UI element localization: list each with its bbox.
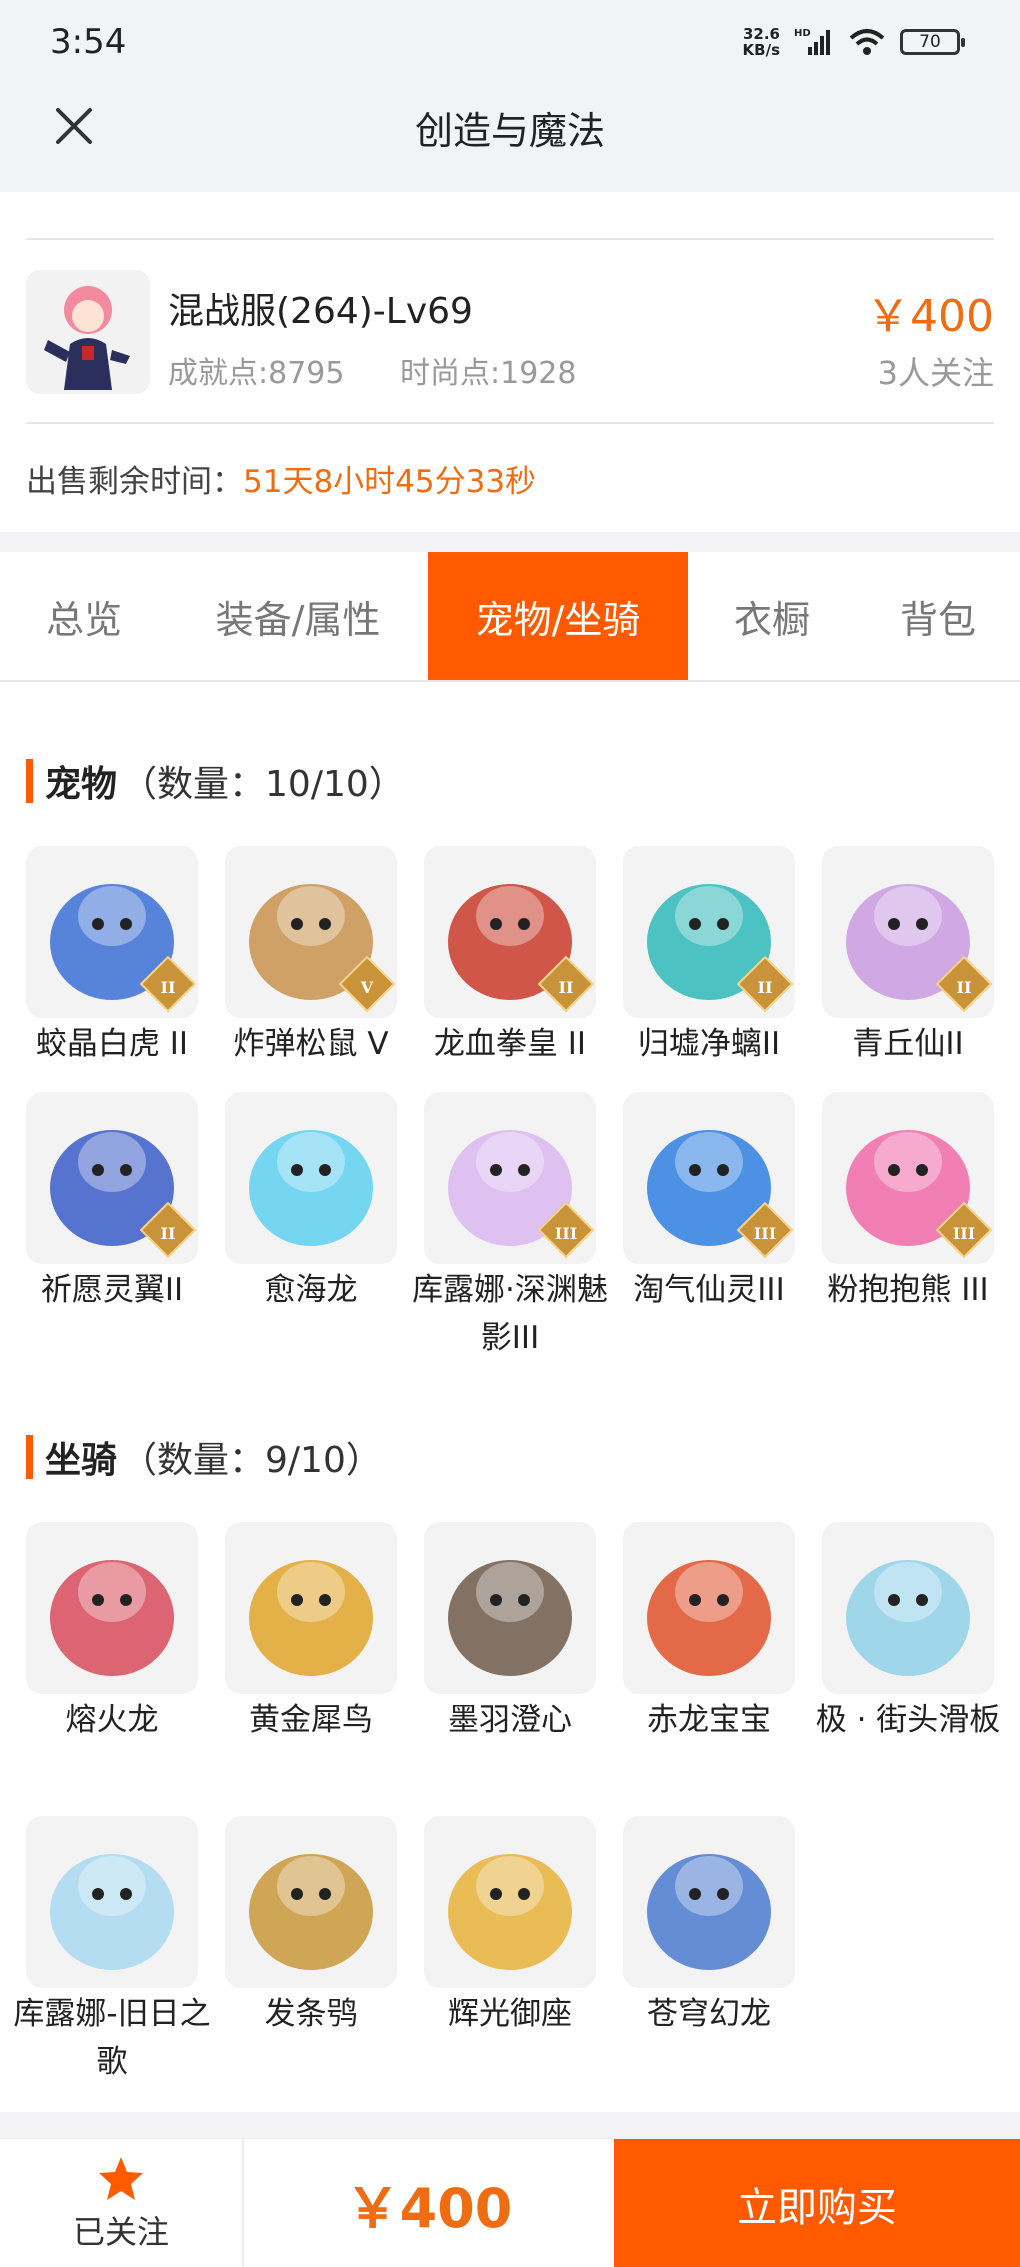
tab-equipment[interactable]: 装备/属性: [168, 552, 428, 680]
item-thumbnail: V: [225, 846, 397, 1018]
item-thumbnail: II: [623, 846, 795, 1018]
mount-item[interactable]: 熔火龙: [26, 1522, 198, 1744]
bottom-price: ￥400: [345, 2177, 513, 2240]
item-thumbnail: [623, 1816, 795, 1988]
item-label: 黄金犀鸟: [249, 1702, 373, 1738]
pets-section-title: 宠物 （数量：10/10）: [26, 758, 405, 805]
pet-item[interactable]: II 青丘仙II: [822, 846, 994, 1068]
item-label: 库露娜-旧日之歌: [13, 1996, 211, 2080]
signal-icon: HD: [794, 28, 830, 55]
item-label: 淘气仙灵III: [633, 1272, 785, 1308]
tab-pets-mounts[interactable]: 宠物/坐骑: [428, 552, 688, 680]
bottom-action-bar: 已关注 ￥400 立即购买: [0, 2138, 1020, 2267]
item-label: 发条鸮: [264, 1996, 358, 2032]
item-thumbnail: [225, 1816, 397, 1988]
mount-item[interactable]: 极 · 街头滑板: [816, 1522, 1000, 1744]
item-label: 熔火龙: [65, 1702, 159, 1738]
pets-count: （数量：10/10）: [121, 764, 405, 805]
item-thumbnail: [26, 1522, 198, 1694]
pet-item[interactable]: III 粉抱抱熊 III: [822, 1092, 994, 1314]
mounts-section-title: 坐骑 （数量：9/10）: [26, 1434, 382, 1481]
status-icons: 32.6 KB/s HD 70: [742, 25, 965, 59]
pet-item[interactable]: II 蛟晶白虎 II: [26, 846, 198, 1068]
mount-item[interactable]: 苍穹幻龙: [623, 1816, 795, 2038]
divider: [26, 422, 994, 424]
mount-item[interactable]: 黄金犀鸟: [225, 1522, 397, 1744]
product-avatar: [26, 270, 150, 394]
countdown: 51天8小时45分33秒: [243, 464, 537, 500]
follow-label: 已关注: [72, 2212, 169, 2251]
follow-button[interactable]: 已关注: [0, 2139, 244, 2267]
item-label: 极 · 街头滑板: [815, 1702, 1001, 1738]
follower-count: 3人关注: [877, 354, 994, 392]
section-gap: [0, 532, 1020, 552]
character-image: [44, 286, 130, 390]
item-thumbnail: II: [424, 846, 596, 1018]
item-thumbnail: [225, 1522, 397, 1694]
item-thumbnail: [822, 1522, 994, 1694]
mount-item[interactable]: 辉光御座: [424, 1816, 596, 2038]
pet-item[interactable]: II 龙血拳皇 II: [424, 846, 596, 1068]
sale-time-remaining: 出售剩余时间：51天8小时45分33秒: [26, 464, 537, 500]
item-thumbnail: [225, 1092, 397, 1264]
item-thumbnail: [424, 1522, 596, 1694]
mount-item[interactable]: 赤龙宝宝: [623, 1522, 795, 1744]
item-label: 炸弹松鼠 V: [233, 1026, 389, 1062]
battery-icon: 70: [900, 29, 965, 55]
mount-item[interactable]: 墨羽澄心: [424, 1522, 596, 1744]
item-label: 归墟净螭II: [637, 1026, 781, 1062]
item-label: 青丘仙II: [852, 1026, 964, 1062]
status-time: 3:54: [50, 22, 127, 62]
item-thumbnail: III: [623, 1092, 795, 1264]
item-thumbnail: II: [26, 846, 198, 1018]
tab-wardrobe[interactable]: 衣橱: [688, 552, 856, 680]
pet-item[interactable]: V 炸弹松鼠 V: [225, 846, 397, 1068]
item-label: 库露娜·深渊魅影III: [412, 1272, 608, 1356]
item-label: 愈海龙: [264, 1272, 358, 1308]
pet-item[interactable]: III 淘气仙灵III: [623, 1092, 795, 1314]
achievement-points: 成就点:8795: [168, 356, 345, 391]
product-name: 混战服(264)-Lv69: [168, 291, 473, 332]
pet-item[interactable]: III 库露娜·深渊魅影III: [412, 1092, 608, 1362]
product-card: 混战服(264)-Lv69 成就点:8795 时尚点:1928 ￥400 3人关…: [0, 192, 1020, 532]
item-thumbnail: III: [424, 1092, 596, 1264]
tab-overview[interactable]: 总览: [0, 552, 168, 680]
tab-bar: 总览 装备/属性 宠物/坐骑 衣橱 背包: [0, 552, 1020, 682]
item-label: 祈愿灵翼II: [40, 1272, 184, 1308]
item-thumbnail: III: [822, 1092, 994, 1264]
item-label: 蛟晶白虎 II: [35, 1026, 189, 1062]
mounts-count: （数量：9/10）: [121, 1440, 382, 1481]
mount-item[interactable]: 发条鸮: [225, 1816, 397, 2038]
star-icon: [99, 2156, 143, 2200]
mount-item[interactable]: 库露娜-旧日之歌: [13, 1816, 211, 2086]
item-label: 赤龙宝宝: [647, 1702, 771, 1738]
item-thumbnail: II: [26, 1092, 198, 1264]
buy-now-button[interactable]: 立即购买: [614, 2139, 1020, 2267]
product-price: ￥400: [866, 291, 994, 342]
item-label: 龙血拳皇 II: [433, 1026, 587, 1062]
item-label: 辉光御座: [448, 1996, 572, 2032]
item-thumbnail: [424, 1816, 596, 1988]
section-gap: [0, 2112, 1020, 2138]
item-thumbnail: [623, 1522, 795, 1694]
page-title: 创造与魔法: [414, 109, 605, 153]
wifi-icon: [849, 29, 885, 55]
svg-text:HD: HD: [794, 28, 811, 39]
item-label: 墨羽澄心: [448, 1702, 572, 1738]
pet-item[interactable]: 愈海龙: [225, 1092, 397, 1314]
item-thumbnail: [26, 1816, 198, 1988]
item-thumbnail: II: [822, 846, 994, 1018]
item-label: 苍穹幻龙: [647, 1996, 771, 2032]
pet-item[interactable]: II 祈愿灵翼II: [26, 1092, 198, 1314]
divider: [26, 238, 994, 240]
item-label: 粉抱抱熊 III: [827, 1272, 989, 1308]
app-header: 3:54 32.6 KB/s HD 70 创造与魔法: [0, 0, 1020, 192]
tab-backpack[interactable]: 背包: [856, 552, 1020, 680]
network-speed: 32.6 KB/s: [742, 25, 780, 59]
pet-item[interactable]: II 归墟净螭II: [623, 846, 795, 1068]
fashion-points: 时尚点:1928: [400, 356, 577, 391]
